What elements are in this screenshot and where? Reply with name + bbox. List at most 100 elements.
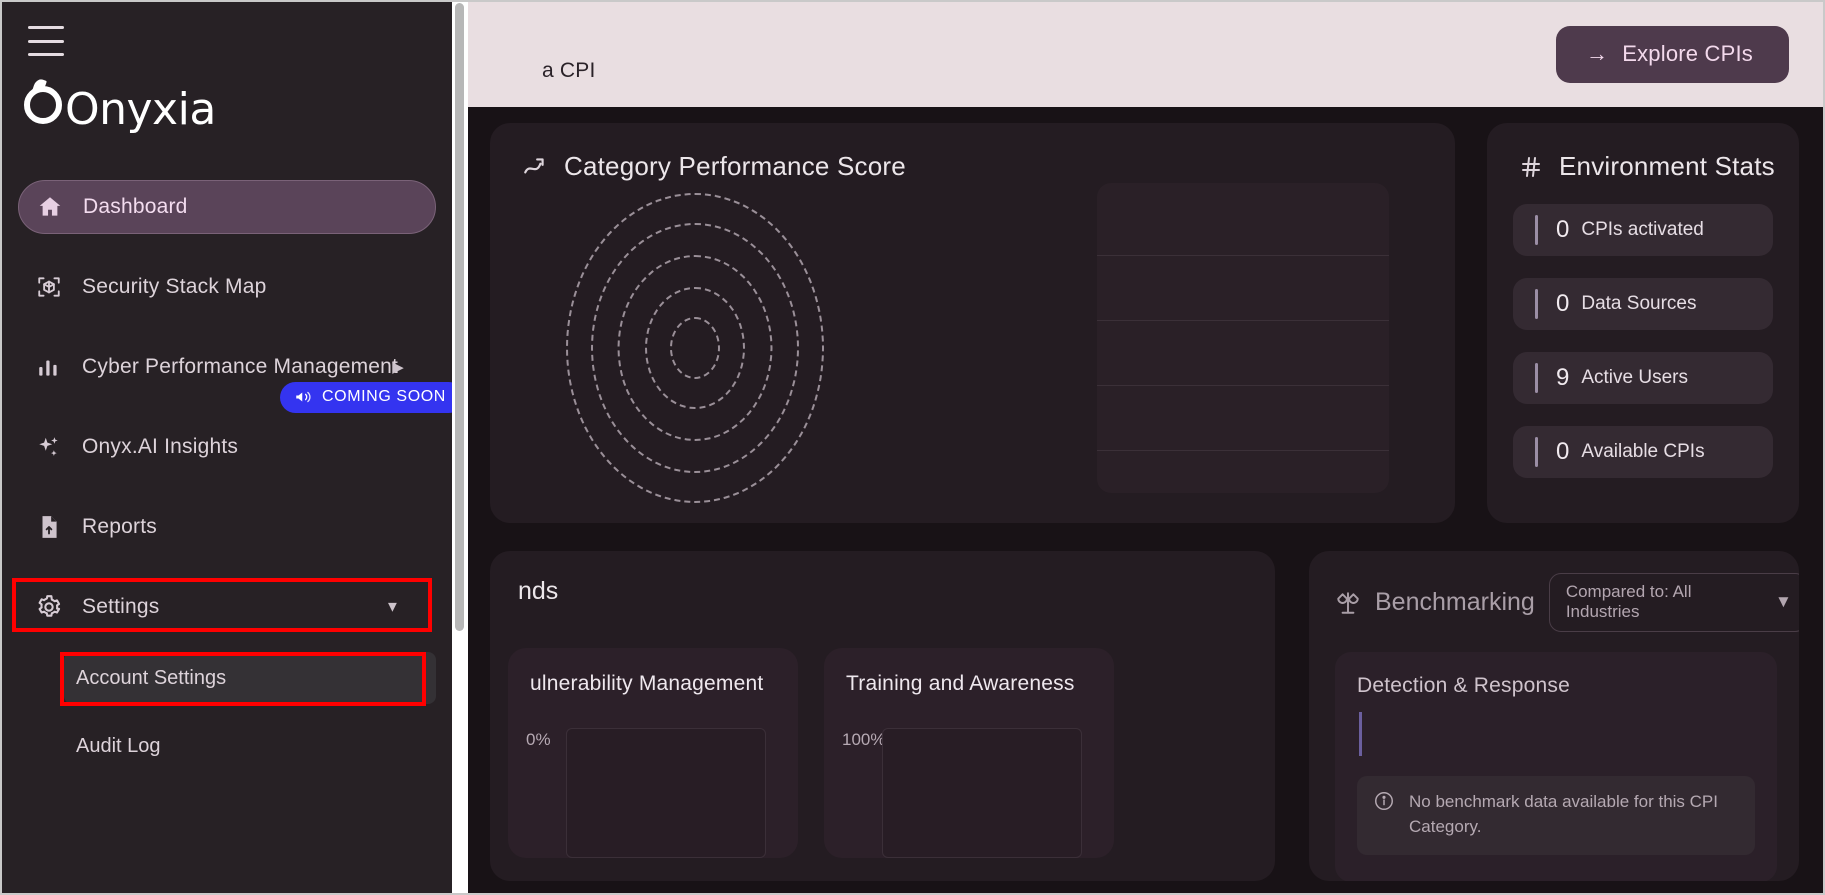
- trends-mini-card-list: ulnerability Management 0% Training and …: [490, 648, 1275, 858]
- gridline: [1097, 255, 1389, 256]
- benchmarking-card: Benchmarking Compared to: All Industries…: [1309, 551, 1799, 881]
- sidebar-item-dashboard[interactable]: Dashboard: [18, 180, 436, 234]
- benchmarking-title: Benchmarking: [1375, 588, 1535, 616]
- benchmarking-empty-note-text: No benchmark data available for this CPI…: [1409, 792, 1718, 836]
- chevron-down-icon: ▼: [384, 598, 400, 616]
- brand-logo: Onyxia: [24, 84, 216, 135]
- mini-card-axis-label: 100%: [842, 730, 886, 749]
- trends-title: nds: [518, 577, 559, 605]
- environment-stats-list: 0 CPIs activated 0 Data Sources 9 Active…: [1487, 182, 1799, 478]
- explore-cpis-button[interactable]: → Explore CPIs: [1556, 26, 1789, 83]
- stat-value: 0: [1556, 216, 1570, 243]
- dashboard-bottom-row: nds ulnerability Management 0% Training …: [490, 551, 1799, 881]
- stat-accent-bar: [1535, 215, 1538, 245]
- stat-label: Data Sources: [1581, 293, 1697, 314]
- hamburger-bar: [28, 26, 64, 29]
- chevron-right-icon: ▶: [392, 359, 404, 376]
- mini-card[interactable]: ulnerability Management 0%: [508, 648, 798, 858]
- sidebar-item-label: Settings: [82, 595, 160, 618]
- benchmarking-compare-value: Compared to: All Industries: [1565, 582, 1692, 621]
- stat-row[interactable]: 9 Active Users: [1513, 352, 1773, 404]
- coming-soon-badge: COMING SOON: [280, 382, 452, 413]
- benchmarking-header: Benchmarking Compared to: All Industries…: [1335, 573, 1799, 632]
- stat-value: 0: [1556, 438, 1570, 465]
- sparkles-icon: [32, 434, 66, 460]
- stat-label: Available CPIs: [1581, 441, 1705, 462]
- file-upload-icon: [32, 514, 66, 540]
- hamburger-bar: [28, 53, 64, 56]
- arrow-right-icon: →: [1586, 41, 1609, 66]
- megaphone-icon: [294, 388, 312, 406]
- hash-icon: [1519, 155, 1543, 179]
- sidebar-subitem-audit-log[interactable]: Audit Log: [64, 720, 436, 772]
- stat-accent-bar: [1535, 363, 1538, 393]
- chevron-down-icon: ▼: [1774, 592, 1792, 611]
- stat-row[interactable]: 0 CPIs activated: [1513, 204, 1773, 256]
- sidebar-item-onyx-ai-insights[interactable]: Onyx.AI Insights COMING SOON: [18, 382, 452, 474]
- mini-card-plot: [566, 728, 766, 858]
- environment-stats-title: Environment Stats: [1559, 151, 1775, 181]
- sidebar-item-label: Cyber Performance Management: [82, 355, 399, 378]
- sidebar-item-security-stack-map[interactable]: Security Stack Map: [18, 260, 436, 314]
- mini-card-title: ulnerability Management: [530, 672, 764, 695]
- sidebar-subitem-label: Audit Log: [76, 734, 161, 757]
- bar-chart-icon: [32, 354, 66, 380]
- sidebar-item-label: Onyx.AI Insights: [82, 435, 239, 458]
- hamburger-bar: [28, 39, 64, 43]
- category-performance-title-row: Category Performance Score: [490, 123, 1455, 182]
- stat-row[interactable]: 0 Data Sources: [1513, 278, 1773, 330]
- sidebar-item-label: Dashboard: [83, 195, 188, 218]
- mini-card-plot: [882, 728, 1082, 858]
- benchmarking-empty-note: No benchmark data available for this CPI…: [1357, 776, 1755, 856]
- benchmarking-accent-bar: [1359, 712, 1362, 756]
- mini-card-axis-label: 0%: [526, 730, 551, 749]
- mini-card[interactable]: Training and Awareness 100%: [824, 648, 1114, 858]
- sidebar: Onyxia Dashboard Security Stack Map Cybe…: [2, 2, 452, 893]
- category-performance-card: Category Performance Score: [490, 123, 1455, 523]
- sidebar-item-settings[interactable]: Settings ▼: [18, 580, 436, 634]
- dashboard-top-row: Category Performance Score Environment S…: [490, 123, 1799, 523]
- sidebar-item-reports[interactable]: Reports: [18, 500, 436, 554]
- radar-ring: [670, 317, 720, 379]
- stat-label: Active Users: [1581, 367, 1688, 388]
- cube-scan-icon: [32, 274, 66, 300]
- sidebar-subitem-label: Account Settings: [76, 666, 227, 689]
- dashboard-content: Category Performance Score Environment S…: [468, 107, 1823, 893]
- sidebar-subitem-account-settings[interactable]: Account Settings: [64, 652, 436, 704]
- info-icon: [1373, 790, 1395, 817]
- radar-chart: [530, 183, 860, 513]
- gear-icon: [32, 594, 66, 620]
- mini-card-title: Training and Awareness: [846, 672, 1075, 695]
- stat-value: 0: [1556, 290, 1570, 317]
- app-window: a CPI → Explore CPIs Category Performanc…: [0, 0, 1825, 895]
- page-scrollbar[interactable]: [452, 2, 468, 893]
- benchmarking-body: Detection & Response No benchmark data a…: [1335, 652, 1777, 881]
- sidebar-nav: Dashboard Security Stack Map Cyber Perfo…: [2, 180, 452, 772]
- stat-label: CPIs activated: [1581, 219, 1704, 240]
- banner-subtext: a CPI: [542, 59, 596, 82]
- trend-line-icon: [522, 154, 548, 180]
- onyxia-flame-icon: [24, 86, 62, 124]
- hamburger-icon[interactable]: [28, 26, 64, 56]
- top-banner: a CPI → Explore CPIs: [468, 2, 1823, 107]
- brand-name: Onyxia: [65, 84, 216, 135]
- secondary-chart-panel: [1097, 183, 1389, 493]
- stat-value: 9: [1556, 364, 1570, 391]
- coming-soon-label: COMING SOON: [322, 388, 446, 405]
- gridline: [1097, 385, 1389, 386]
- scales-icon: [1335, 590, 1361, 616]
- benchmarking-compare-select[interactable]: Compared to: All Industries ▼: [1548, 573, 1799, 632]
- sidebar-item-label: Security Stack Map: [82, 275, 267, 298]
- stat-row[interactable]: 0 Available CPIs: [1513, 426, 1773, 478]
- gridline: [1097, 450, 1389, 451]
- environment-stats-title-row: Environment Stats: [1487, 123, 1799, 182]
- sidebar-item-label: Reports: [82, 515, 157, 538]
- page-scrollbar-thumb[interactable]: [455, 3, 464, 631]
- stat-accent-bar: [1535, 437, 1538, 467]
